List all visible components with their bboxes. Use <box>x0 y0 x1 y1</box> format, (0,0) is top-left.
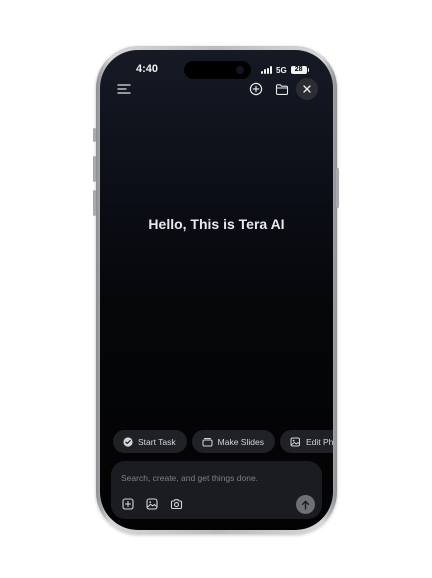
camera-button[interactable] <box>169 497 183 511</box>
dynamic-island <box>184 61 251 79</box>
chip-start-task[interactable]: Start Task <box>113 430 187 453</box>
status-indicators: 5G 28 <box>261 64 309 76</box>
chip-label: Edit Ph <box>305 436 333 447</box>
status-time: 4:40 <box>136 63 159 75</box>
slides-icon <box>202 437 213 446</box>
image-icon <box>146 498 158 510</box>
stage: 4:40 5G 28 Hello, This is Tera AI Start … <box>0 0 432 578</box>
add-file-button[interactable] <box>121 497 135 511</box>
network-type: 5G <box>276 65 287 75</box>
battery-icon: 28 <box>290 66 309 74</box>
close-button[interactable] <box>296 78 318 100</box>
phone-screen: 4:40 5G 28 Hello, This is Tera AI Start … <box>100 50 333 530</box>
signal-icon <box>261 66 272 74</box>
chip-label: Start Task <box>138 436 176 447</box>
send-button[interactable] <box>296 495 315 514</box>
photo-edit-icon <box>290 437 300 446</box>
folder-icon[interactable] <box>274 81 290 97</box>
camera-icon <box>170 499 182 510</box>
menu-icon[interactable] <box>116 81 132 97</box>
volume-up-button <box>93 156 96 182</box>
close-icon <box>303 85 311 93</box>
front-camera <box>236 66 244 74</box>
search-input[interactable] <box>121 471 301 485</box>
send-arrow-icon <box>301 500 310 510</box>
suggestion-chips: Start Task Make Slides Edit Ph <box>113 430 333 454</box>
chip-edit-photo[interactable]: Edit Ph <box>279 430 333 453</box>
power-button <box>336 168 339 208</box>
greeting-title: Hello, This is Tera AI <box>148 216 285 232</box>
composer <box>111 461 322 519</box>
chip-make-slides[interactable]: Make Slides <box>191 430 275 453</box>
add-file-icon <box>122 498 134 510</box>
check-circle-icon <box>123 436 133 447</box>
chip-label: Make Slides <box>217 436 264 447</box>
new-chat-icon[interactable] <box>248 81 264 97</box>
volume-down-button <box>93 190 96 216</box>
action-button <box>93 128 96 142</box>
image-button[interactable] <box>145 497 159 511</box>
